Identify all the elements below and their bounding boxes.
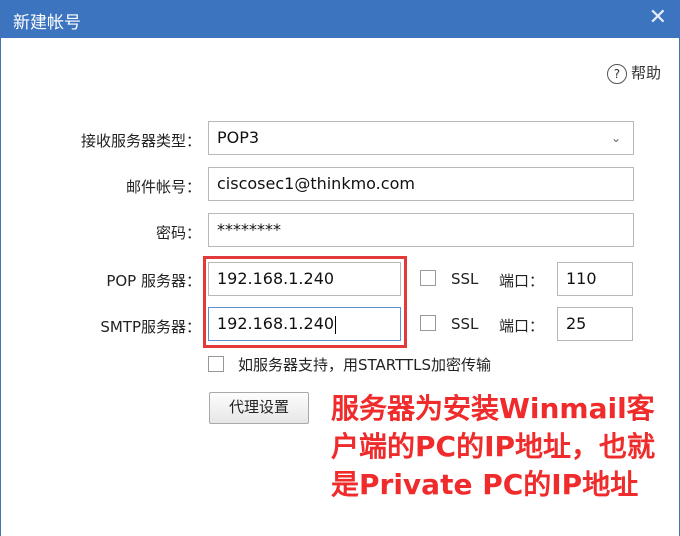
proxy-settings-button[interactable]: 代理设置 — [209, 392, 309, 424]
annotation-line-2: 户端的PC的IP地址，也就 — [331, 430, 656, 463]
chevron-down-icon: ⌄ — [610, 131, 621, 145]
smtp-port-value: 25 — [566, 314, 587, 333]
dialog-title: 新建帐号 — [13, 13, 81, 33]
server-type-select[interactable]: POP3 ⌄ — [208, 121, 634, 155]
starttls-label: 如服务器支持，用STARTTLS加密传输 — [238, 356, 492, 374]
annotation-note: 服务器为安装Winmail客 户端的PC的IP地址，也就 是Private PC… — [331, 390, 655, 504]
password-value: ******** — [217, 220, 281, 239]
pop-ssl-checkbox[interactable] — [420, 270, 436, 286]
smtp-port-label: 端口： — [499, 317, 545, 335]
password-label: 密码： — [155, 224, 201, 242]
annotation-line-3: 是Private PC的IP地址 — [331, 468, 639, 501]
close-icon[interactable]: ✕ — [649, 6, 667, 30]
starttls-checkbox[interactable] — [208, 356, 224, 372]
smtp-ssl-label: SSL — [451, 315, 479, 333]
smtp-server-label: SMTP服务器： — [100, 318, 201, 336]
server-type-label: 接收服务器类型： — [80, 132, 201, 150]
pop-ssl-label: SSL — [451, 270, 479, 288]
pop-port-value: 110 — [566, 269, 597, 288]
annotation-line-1: 服务器为安装Winmail客 — [331, 392, 655, 425]
highlight-box — [203, 256, 407, 348]
pop-port-label: 端口： — [499, 272, 545, 290]
pop-port-input[interactable]: 110 — [557, 262, 633, 296]
smtp-ssl-checkbox[interactable] — [420, 315, 436, 331]
help-label: 帮助 — [630, 64, 661, 82]
new-account-dialog: 新建帐号 ✕ ? 帮助 接收服务器类型： POP3 ⌄ 邮件帐号： ciscose… — [0, 0, 680, 536]
help-link[interactable]: ? 帮助 — [606, 62, 661, 84]
account-label: 邮件帐号： — [125, 178, 201, 196]
account-value: ciscosec1@thinkmo.com — [217, 174, 415, 193]
smtp-port-input[interactable]: 25 — [557, 307, 633, 341]
help-icon: ? — [606, 63, 627, 84]
password-input[interactable]: ******** — [208, 213, 634, 247]
pop-server-label: POP 服务器： — [106, 272, 201, 290]
server-type-value: POP3 — [217, 128, 260, 147]
account-input[interactable]: ciscosec1@thinkmo.com — [208, 167, 634, 201]
title-bar: 新建帐号 ✕ — [1, 0, 680, 38]
